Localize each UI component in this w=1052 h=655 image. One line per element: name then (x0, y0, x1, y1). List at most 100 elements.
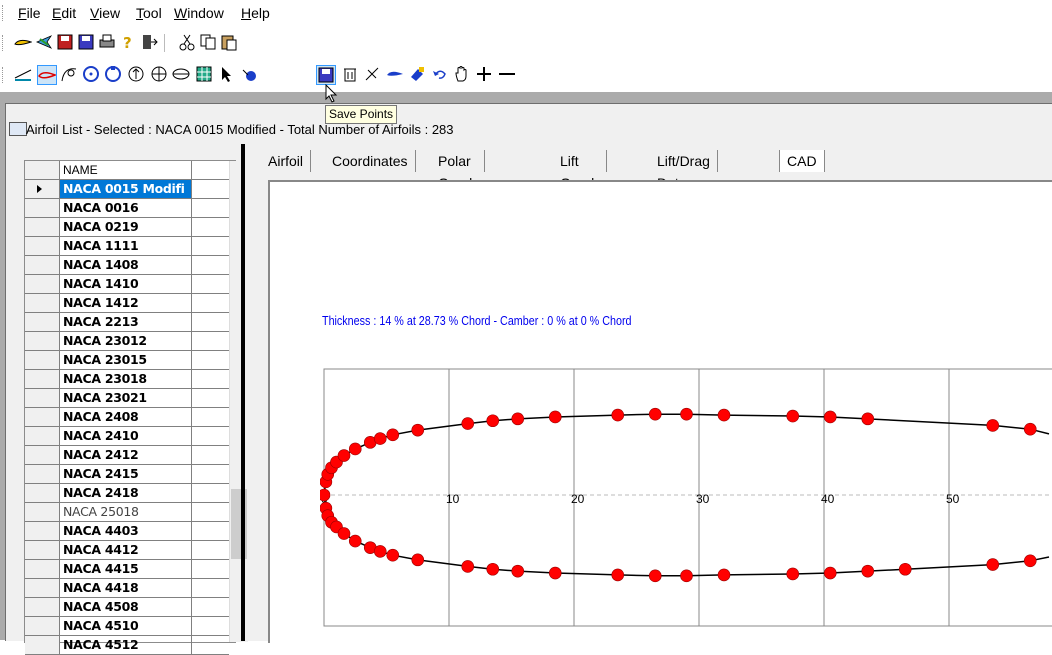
table-row[interactable]: NACA 2410 (25, 427, 229, 446)
row-selector[interactable] (25, 465, 60, 483)
circle-icon[interactable] (82, 65, 100, 83)
table-row[interactable]: NACA 25018 (25, 503, 229, 522)
row-selector[interactable] (25, 389, 60, 407)
row-selector[interactable] (25, 560, 60, 578)
table-row[interactable]: NACA 23012 (25, 332, 229, 351)
rotate-icon[interactable] (150, 65, 168, 83)
table-row[interactable]: NACA 0219 (25, 218, 229, 237)
spline-icon[interactable] (60, 65, 78, 83)
table-row[interactable]: NACA 1111 (25, 237, 229, 256)
table-row[interactable]: NACA 4412 (25, 541, 229, 560)
airfoil-name-cell[interactable]: NACA 23021 (60, 389, 192, 407)
row-selector[interactable] (25, 484, 60, 502)
lower-point[interactable] (680, 569, 693, 583)
airfoil-name-cell[interactable]: NACA 2418 (60, 484, 192, 502)
exit-icon[interactable] (140, 33, 158, 51)
draw-line-icon[interactable] (14, 65, 32, 83)
delete-icon[interactable] (341, 65, 359, 83)
ellipse-icon[interactable] (172, 65, 190, 83)
table-row[interactable]: NACA 2213 (25, 313, 229, 332)
airfoil-name-cell[interactable]: NACA 0219 (60, 218, 192, 236)
row-selector[interactable] (25, 332, 60, 350)
row-selector[interactable] (25, 408, 60, 426)
lower-point[interactable] (717, 568, 731, 582)
table-row[interactable]: NACA 23018 (25, 370, 229, 389)
table-row[interactable]: NACA 1412 (25, 294, 229, 313)
airfoil-name-cell[interactable]: NACA 2408 (60, 408, 192, 426)
lower-point[interactable] (898, 562, 912, 576)
table-row[interactable]: NACA 1408 (25, 256, 229, 275)
upper-point[interactable] (986, 419, 1000, 432)
airfoil-name-cell[interactable]: NACA 2415 (60, 465, 192, 483)
lower-point[interactable] (548, 566, 562, 580)
menu-window[interactable]: Window (174, 5, 224, 21)
table-row[interactable]: NACA 4415 (25, 560, 229, 579)
circle-point-icon[interactable] (104, 65, 122, 83)
row-selector[interactable] (25, 598, 60, 616)
airfoil-name-cell[interactable]: NACA 1412 (60, 294, 192, 312)
table-row[interactable]: NACA 0015 Modifi (25, 180, 229, 199)
table-row[interactable]: NACA 2412 (25, 446, 229, 465)
paste-icon[interactable] (220, 33, 238, 51)
row-selector[interactable] (25, 275, 60, 293)
tab-airfoil[interactable]: Airfoil (261, 150, 312, 172)
tab-coordinates[interactable]: Coordinates (325, 150, 416, 172)
upper-point[interactable] (411, 423, 425, 437)
menu-view[interactable]: View (90, 5, 120, 21)
grid-table-icon[interactable] (195, 65, 213, 83)
airfoil-name-cell[interactable]: NACA 4403 (60, 522, 192, 540)
row-selector[interactable] (25, 370, 60, 388)
airfoil-name-cell[interactable]: NACA 25018 (60, 503, 192, 521)
row-selector[interactable] (25, 427, 60, 445)
select-arrow-icon[interactable] (217, 65, 235, 83)
row-selector[interactable] (25, 522, 60, 540)
airfoil-name-cell[interactable]: NACA 23018 (60, 370, 192, 388)
zoom-in-icon[interactable] (475, 65, 493, 83)
table-row[interactable]: NACA 4403 (25, 522, 229, 541)
airfoil-name-cell[interactable]: NACA 0015 Modifi (60, 180, 192, 198)
table-row[interactable]: NACA 0016 (25, 199, 229, 218)
lower-point[interactable] (511, 564, 525, 578)
panel-splitter[interactable] (241, 144, 245, 641)
lower-point[interactable] (611, 568, 625, 582)
airfoil-name-cell[interactable]: NACA 2412 (60, 446, 192, 464)
row-selector[interactable] (25, 579, 60, 597)
table-row[interactable]: NACA 23021 (25, 389, 229, 408)
airfoil-icon[interactable] (14, 33, 32, 51)
row-selector[interactable] (25, 351, 60, 369)
airfoil-name-cell[interactable]: NACA 23015 (60, 351, 192, 369)
airfoil-name-cell[interactable]: NACA 1111 (60, 237, 192, 255)
menu-tool[interactable]: Tool (136, 5, 162, 21)
move-up-icon[interactable] (127, 65, 145, 83)
lower-point[interactable] (411, 553, 425, 567)
table-row[interactable]: NACA 2418 (25, 484, 229, 503)
upper-point[interactable] (786, 409, 800, 423)
airfoil-name-cell[interactable]: NACA 4512 (60, 636, 192, 654)
row-selector-arrow-icon[interactable] (25, 180, 60, 198)
lower-point[interactable] (337, 527, 351, 540)
upper-point[interactable] (861, 412, 875, 426)
table-row[interactable]: NACA 4508 (25, 598, 229, 617)
upper-point[interactable] (337, 449, 351, 462)
row-selector[interactable] (25, 256, 60, 274)
airfoil-name-cell[interactable]: NACA 0016 (60, 199, 192, 217)
airfoil-shape-icon[interactable] (37, 65, 57, 85)
upper-point[interactable] (1023, 422, 1037, 436)
airfoil-name-cell[interactable]: NACA 4510 (60, 617, 192, 635)
row-selector[interactable] (25, 541, 60, 559)
tab-polar-graph[interactable]: Polar Graph (431, 150, 485, 191)
upper-point[interactable] (680, 407, 693, 421)
airfoil-name-cell[interactable]: NACA 4412 (60, 541, 192, 559)
airfoil-name-cell[interactable]: NACA 1408 (60, 256, 192, 274)
row-selector[interactable] (25, 446, 60, 464)
lower-point[interactable] (861, 564, 875, 578)
table-row[interactable]: NACA 4512 (25, 636, 229, 655)
lower-point[interactable] (386, 548, 400, 562)
upper-point[interactable] (386, 428, 400, 442)
grid-scrollbar[interactable] (229, 161, 248, 642)
name-column-header[interactable]: NAME (60, 161, 192, 179)
upper-point[interactable] (548, 410, 562, 424)
save-as-icon[interactable] (77, 33, 95, 51)
cut-icon[interactable] (178, 33, 196, 51)
menu-help[interactable]: Help (241, 5, 270, 21)
